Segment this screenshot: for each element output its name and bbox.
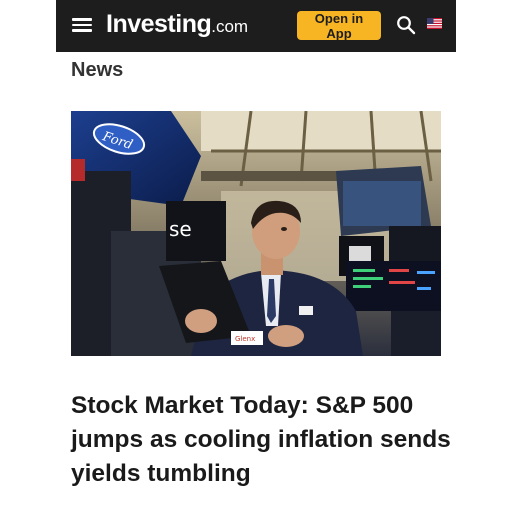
investing-logo[interactable]: Investing.com	[106, 10, 248, 39]
svg-text:se: se	[169, 217, 192, 241]
top-navigation-bar: Investing.com Open in App	[56, 0, 456, 52]
logo-wordmark: Investing	[106, 10, 212, 38]
hamburger-menu-icon[interactable]	[72, 18, 92, 32]
logo-domain: .com	[211, 17, 249, 36]
search-icon[interactable]	[396, 15, 416, 35]
svg-text:Glenx: Glenx	[235, 335, 255, 343]
trader-photo: Ford se Glenx	[71, 111, 441, 356]
us-flag-icon[interactable]	[427, 18, 442, 29]
open-in-app-button[interactable]: Open in App	[297, 11, 381, 41]
article-headline[interactable]: Stock Market Today: S&P 500 jumps as coo…	[71, 389, 451, 491]
article-hero-image[interactable]: Ford se Glenx	[71, 111, 441, 356]
section-title-news: News	[71, 59, 124, 81]
